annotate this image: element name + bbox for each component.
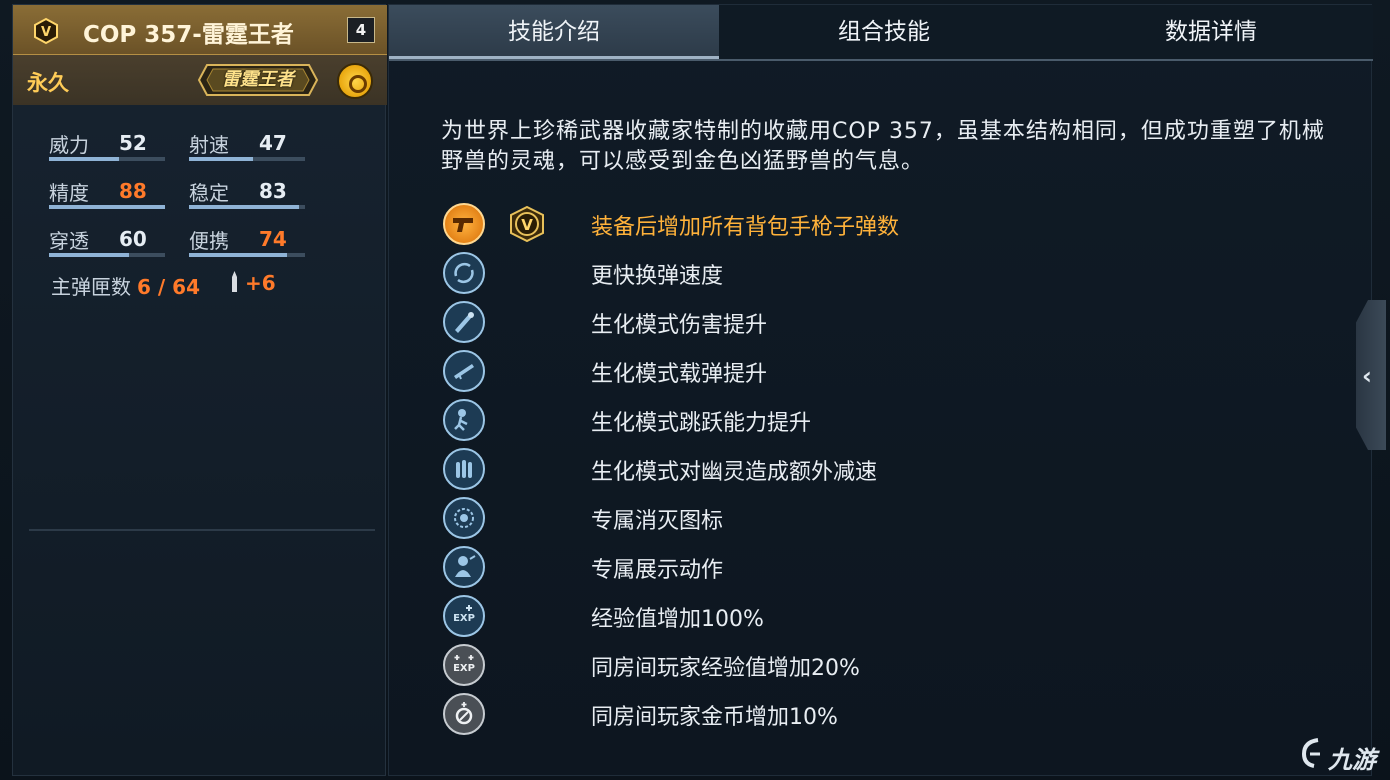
- game-screen: V COP 357-雷霆王者 4 永久 雷霆王者 威力 52 射速 47 精度 …: [0, 0, 1390, 780]
- skill-text: 生化模式伤害提升: [591, 313, 768, 338]
- watermark-logo-icon: [1301, 738, 1320, 768]
- stat-label: 射速: [189, 133, 229, 157]
- weapon-title-bar: V COP 357-雷霆王者 4: [13, 5, 387, 55]
- logo-text: 雷霆王者: [222, 69, 294, 90]
- bullet-icon: [232, 271, 237, 292]
- coin-currency-icon[interactable]: [337, 63, 373, 99]
- tab-underline: [389, 59, 1373, 61]
- stat-penetration: 穿透 60: [49, 221, 169, 261]
- stat-label: 威力: [49, 133, 89, 157]
- stat-value: 60: [119, 227, 147, 251]
- skill-text: 专属展示动作: [591, 558, 724, 583]
- skill-row: 生化模式对幽灵造成额外减速: [441, 446, 1321, 492]
- showcase-icon: [443, 546, 485, 588]
- skill-row: EXP 经验值增加100%: [441, 593, 1321, 639]
- weapon-series-logo: 雷霆王者: [197, 63, 319, 97]
- skill-row: 专属展示动作: [441, 544, 1321, 590]
- tab-skill-intro[interactable]: 技能介绍: [389, 5, 719, 59]
- svg-text:V: V: [41, 25, 51, 40]
- zombie-ammo-icon: [443, 350, 485, 392]
- chevron-left-icon: ‹: [1362, 362, 1372, 390]
- watermark: 九游: [1298, 736, 1384, 776]
- weapon-level-badge: 4: [347, 17, 375, 43]
- stat-value: 83: [259, 179, 287, 203]
- skill-text: 专属消灭图标: [591, 509, 724, 534]
- skill-text: 生化模式对幽灵造成额外减速: [591, 460, 878, 485]
- stat-fire-rate: 射速 47: [189, 125, 309, 165]
- side-drawer-handle[interactable]: ‹: [1356, 300, 1386, 450]
- reload-icon: [443, 252, 485, 294]
- tab-combo-skills[interactable]: 组合技能: [719, 5, 1049, 59]
- skill-text: 生化模式载弹提升: [591, 362, 768, 387]
- skill-row: V 装备后增加所有背包手枪子弹数: [441, 201, 1321, 247]
- stat-value: 52: [119, 131, 147, 155]
- skill-text: 装备后增加所有背包手枪子弹数: [591, 215, 900, 240]
- room-coin-icon: [443, 693, 485, 735]
- room-exp-icon: EXP: [443, 644, 485, 686]
- skill-row: 更快换弹速度: [441, 250, 1321, 296]
- stat-label: 穿透: [49, 229, 89, 253]
- skill-text: 更快换弹速度: [591, 264, 724, 289]
- watermark-text: 九游: [1328, 746, 1376, 774]
- magazine-value: 6 / 64: [137, 275, 200, 299]
- magazine-info: 主弹匣数 6 / 64: [51, 271, 200, 300]
- stat-label: 便携: [189, 229, 229, 253]
- skill-text: 经验值增加100%: [591, 607, 764, 632]
- duration-label: 永久: [27, 71, 69, 95]
- weapon-subtitle-bar: 永久 雷霆王者: [13, 55, 387, 105]
- skill-panel: 技能介绍 组合技能 数据详情 为世界上珍稀武器收藏家特制的收藏用COP 357，…: [388, 4, 1373, 776]
- skill-row: 生化模式载弹提升: [441, 348, 1321, 394]
- svg-text:EXP: EXP: [453, 663, 475, 674]
- skill-row: 同房间玩家金币增加10%: [441, 691, 1321, 737]
- bullets-icon: [443, 448, 485, 490]
- stat-label: 精度: [49, 181, 89, 205]
- skill-row: 生化模式伤害提升: [441, 299, 1321, 345]
- svg-text:V: V: [521, 216, 533, 234]
- stat-value: 74: [259, 227, 287, 251]
- skill-row: 生化模式跳跃能力提升: [441, 397, 1321, 443]
- weapon-name: COP 357-雷霆王者: [83, 22, 294, 48]
- stat-portability: 便携 74: [189, 221, 309, 261]
- tab-bar: 技能介绍 组合技能 数据详情: [389, 5, 1373, 59]
- zombie-damage-icon: [443, 301, 485, 343]
- kill-mark-icon: [443, 497, 485, 539]
- zombie-jump-icon: [443, 399, 485, 441]
- weapon-info-panel: V COP 357-雷霆王者 4 永久 雷霆王者 威力 52 射速 47 精度 …: [12, 4, 387, 776]
- weapon-description: 为世界上珍稀武器收藏家特制的收藏用COP 357，虽基本结构相同，但成功重塑了机…: [441, 119, 1325, 174]
- skill-text: 同房间玩家金币增加10%: [591, 705, 838, 730]
- svg-text:EXP: EXP: [453, 613, 475, 624]
- pistol-icon: [443, 203, 485, 245]
- skill-row: 专属消灭图标: [441, 495, 1321, 541]
- v-rank-icon: V: [510, 205, 544, 243]
- tab-data-details[interactable]: 数据详情: [1049, 5, 1373, 59]
- stat-accuracy: 精度 88: [49, 173, 169, 213]
- stat-value: 47: [259, 131, 287, 155]
- stat-power: 威力 52: [49, 125, 169, 165]
- magazine-bonus: +6: [245, 271, 276, 295]
- skill-text: 生化模式跳跃能力提升: [591, 411, 812, 436]
- exp-icon: EXP: [443, 595, 485, 637]
- skill-text: 同房间玩家经验值增加20%: [591, 656, 860, 681]
- magazine-label: 主弹匣数: [51, 275, 131, 299]
- divider: [29, 529, 375, 531]
- rank-badge-icon: V: [34, 17, 58, 45]
- stat-value: 88: [119, 179, 147, 203]
- stat-label: 稳定: [189, 181, 229, 205]
- skill-row: EXP 同房间玩家经验值增加20%: [441, 642, 1321, 688]
- stat-stability: 稳定 83: [189, 173, 309, 213]
